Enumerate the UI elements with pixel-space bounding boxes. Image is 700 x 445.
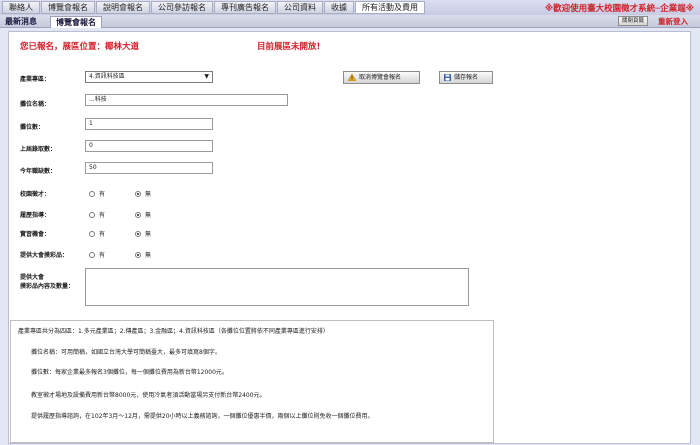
main-menu: 聯絡人 博覽會報名 說明會報名 公司參訪報名 專刊廣告報名 公司資料 收據 所有…: [2, 1, 426, 14]
chevron-down-icon: ▼: [204, 73, 209, 80]
info-line: 教室徵才場地及設備費用新台幣8000元，使用冷氣者須活動當場另支付新台幣2400…: [31, 392, 266, 399]
radio-checked-icon: [135, 211, 141, 218]
radio-checked-icon: [135, 251, 141, 258]
info-line: 攤位數：每家企業最多報名3個攤位，每一個攤位費用為新台幣12000元。: [31, 369, 228, 376]
warning-icon: [348, 74, 356, 81]
booth-count-input[interactable]: 1: [85, 118, 213, 130]
registration-status: 您已報名，展區位置：椰林大道: [20, 42, 140, 52]
close-tab-button[interactable]: 關閉頁籤: [618, 16, 649, 26]
cancel-registration-button[interactable]: 取消博覽會報名: [343, 71, 420, 84]
prize-label: 提供大會摸彩品：: [20, 252, 69, 259]
vacancies-input[interactable]: 50: [85, 162, 213, 174]
radio-label-yes: 有: [99, 231, 106, 238]
resume-guidance-no-radio[interactable]: 無: [135, 210, 151, 219]
last-year-hires-label: 上屆錄取數：: [20, 146, 57, 153]
nav-ad-registration[interactable]: 專刊廣告報名: [214, 1, 276, 14]
internship-label: 實習機會：: [20, 231, 51, 238]
info-line: 提供履歷指導諮詢，在102年3月～12月，需提供20小時以上義務諮詢，一個攤位優…: [31, 413, 374, 420]
expo-registration-panel: 您已報名，展區位置：椰林大道 目前展區未開放! 產業專區： 4.資訊科技區 ▼ …: [8, 31, 691, 444]
resume-guidance-yes-radio[interactable]: 有: [89, 210, 105, 219]
nav-contact[interactable]: 聯絡人: [2, 1, 40, 14]
booth-name-input[interactable]: ...科技: [85, 94, 288, 106]
radio-label-no: 無: [145, 191, 152, 198]
campus-recruit-label: 校園徵才：: [20, 191, 51, 198]
nav-company-profile[interactable]: 公司資料: [277, 1, 323, 14]
save-icon: [444, 74, 451, 81]
industry-label: 產業專區：: [20, 76, 51, 83]
cancel-registration-label: 取消博覽會報名: [359, 74, 402, 81]
radio-icon: [89, 211, 95, 218]
internship-yes-radio[interactable]: 有: [89, 229, 105, 238]
campus-recruit-no-radio[interactable]: 無: [135, 189, 151, 198]
industry-select-value: 4.資訊科技區: [89, 73, 125, 80]
prize-yes-radio[interactable]: 有: [89, 250, 105, 259]
last-year-hires-input[interactable]: 0: [85, 140, 213, 152]
campus-recruit-yes-radio[interactable]: 有: [89, 189, 105, 198]
vacancies-label: 今年職缺數：: [20, 168, 57, 175]
booth-name-label: 攤位名稱：: [20, 101, 51, 108]
industry-select[interactable]: 4.資訊科技區 ▼: [85, 71, 213, 83]
info-line: 攤位名稱：可用簡稱，如國立台灣大學可簡稱臺大，最多可填寫8個字。: [31, 349, 221, 356]
tab-bar: 最新消息 博覽會報名: [0, 15, 700, 28]
radio-icon: [89, 251, 95, 258]
resume-guidance-label: 履歷指導：: [20, 212, 51, 219]
radio-icon: [89, 230, 95, 237]
radio-checked-icon: [135, 190, 141, 197]
internship-no-radio[interactable]: 無: [135, 229, 151, 238]
nav-receipt[interactable]: 收據: [324, 1, 354, 14]
radio-label-yes: 有: [99, 252, 106, 259]
zone-status: 目前展區未開放!: [257, 42, 321, 52]
radio-icon: [89, 190, 95, 197]
welcome-banner: ※歡迎使用臺大校園徵才系統─企業端※: [544, 4, 694, 14]
tab-news[interactable]: 最新消息: [0, 16, 42, 28]
info-box: 產業專區共分為四區：1.多元產業區；2.傳產區；3.金融區；4.資訊科技區（各攤…: [10, 320, 494, 443]
top-navigation-bar: 聯絡人 博覽會報名 說明會報名 公司參訪報名 專刊廣告報名 公司資料 收據 所有…: [0, 0, 700, 15]
prize-desc-textarea[interactable]: [85, 268, 469, 306]
tab-expo-registration[interactable]: 博覽會報名: [50, 16, 102, 28]
nav-all-activities-fees[interactable]: 所有活動及費用: [355, 1, 425, 14]
nav-company-visit-registration[interactable]: 公司參訪報名: [151, 1, 213, 14]
nav-expo-registration[interactable]: 博覽會報名: [41, 1, 95, 14]
radio-checked-icon: [135, 230, 141, 237]
booth-count-label: 攤位數：: [20, 124, 45, 131]
relogin-link[interactable]: 重新登入: [658, 16, 688, 27]
nav-briefing-registration[interactable]: 說明會報名: [96, 1, 150, 14]
radio-label-yes: 有: [99, 212, 106, 219]
info-line: 產業專區共分為四區：1.多元產業區；2.傳產區；3.金融區；4.資訊科技區（各攤…: [18, 328, 329, 335]
prize-desc-label-line1: 提供大會: [20, 274, 45, 281]
prize-no-radio[interactable]: 無: [135, 250, 151, 259]
prize-desc-label-line2: 摸彩品內容及數量：: [20, 283, 75, 290]
radio-label-no: 無: [145, 231, 152, 238]
save-registration-label: 儲存報名: [454, 74, 479, 81]
save-registration-button[interactable]: 儲存報名: [439, 71, 493, 84]
radio-label-yes: 有: [99, 191, 106, 198]
radio-label-no: 無: [145, 212, 152, 219]
radio-label-no: 無: [145, 252, 152, 259]
